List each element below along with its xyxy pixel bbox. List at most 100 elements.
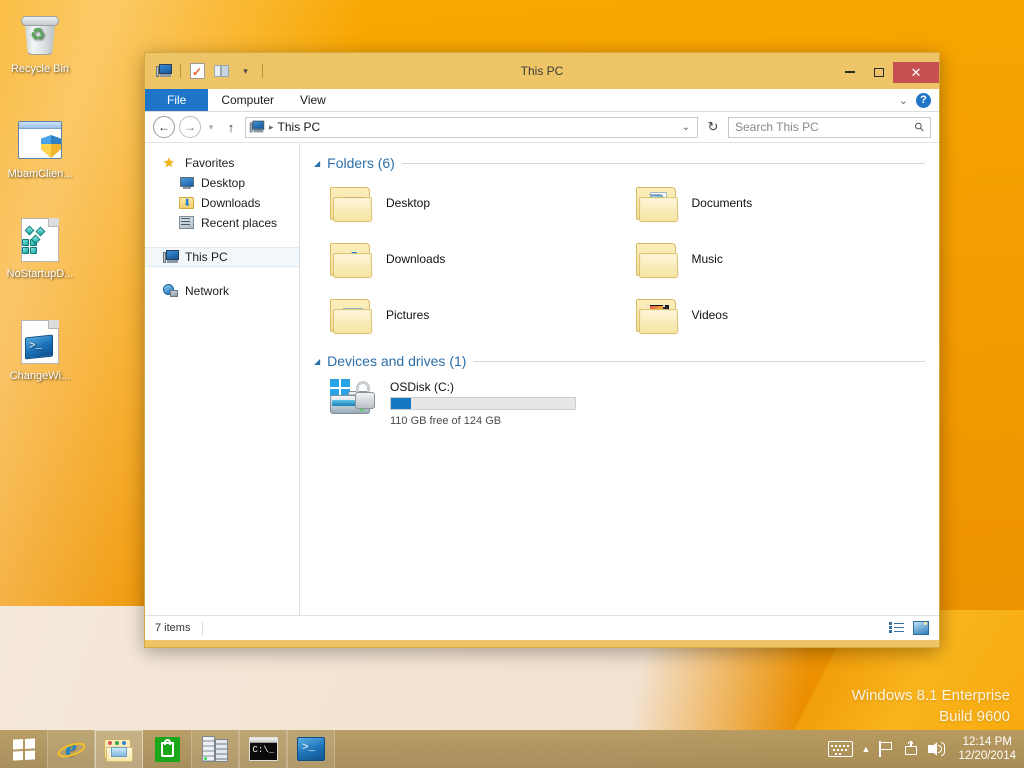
desktop-icon-label: MbamClien... <box>7 168 73 180</box>
content-pane[interactable]: ◢ Folders (6) Desktop Documents Download… <box>300 143 939 615</box>
tab-file[interactable]: File <box>145 89 209 111</box>
folder-item-music[interactable]: ♪ Music <box>620 231 926 287</box>
sidebar-item-label: Downloads <box>201 196 261 210</box>
system-tray[interactable]: ▲ 12:14 PM 12/20/2014 <box>827 730 1024 768</box>
file-explorer-window[interactable]: ✓ ▾ This PC ✕ File Computer View ⌄ ? ← →… <box>144 52 940 648</box>
action-center-flag-icon[interactable] <box>879 741 894 757</box>
close-button[interactable]: ✕ <box>893 62 939 83</box>
desktop-icon-changewi[interactable]: >_ ChangeWi... <box>0 317 80 383</box>
this-pc-icon <box>249 120 265 134</box>
new-folder-icon[interactable] <box>212 62 231 81</box>
pictures-folder-icon <box>330 296 374 335</box>
desktop-icon-label: Recycle Bin <box>10 63 70 75</box>
drive-item-osdisk[interactable]: OSDisk (C:) 110 GB free of 124 GB <box>314 373 925 427</box>
search-icon[interactable]: ⚲ <box>912 119 928 135</box>
folder-item-documents[interactable]: Documents <box>620 175 926 231</box>
show-hidden-icons-caret-icon[interactable]: ▲ <box>862 744 871 754</box>
chevron-down-icon[interactable]: ⌄ <box>899 94 908 107</box>
taskbar-item-powershell[interactable]: >_ <box>287 730 335 768</box>
powershell-prompt-text: >_ <box>302 742 316 754</box>
this-pc-icon[interactable] <box>154 62 173 81</box>
start-button[interactable] <box>0 730 47 768</box>
desktop[interactable]: ♻ Recycle Bin MbamClien... NoStartupD...… <box>0 0 1024 768</box>
minimize-icon <box>844 71 855 73</box>
back-button[interactable]: ← <box>153 116 175 138</box>
recent-locations-caret-icon[interactable]: ▾ <box>205 122 217 133</box>
chevron-down-icon[interactable]: ⌄ <box>682 122 694 133</box>
taskbar-item-internet-explorer[interactable]: e <box>47 730 95 768</box>
desktop-icon-label: ChangeWi... <box>9 370 71 382</box>
downloads-folder-icon: ⬇ <box>179 196 195 210</box>
status-divider <box>202 621 204 635</box>
navigation-bar[interactable]: ← → ▾ ↑ ▸ This PC ⌄ ↻ Search This PC ⚲ <box>145 112 939 143</box>
recycle-bin-icon: ♻ <box>0 10 80 60</box>
command-prompt-text: C:\_ <box>252 745 275 755</box>
title-bar[interactable]: ✓ ▾ This PC ✕ <box>145 53 939 89</box>
collapse-triangle-icon[interactable]: ◢ <box>314 357 320 366</box>
taskbar-item-command-prompt[interactable]: C:\_ <box>239 730 287 768</box>
command-prompt-icon: C:\_ <box>248 737 278 761</box>
search-placeholder: Search This PC <box>735 120 819 134</box>
group-header-folders[interactable]: ◢ Folders (6) <box>314 155 925 171</box>
forward-button[interactable]: → <box>179 116 201 138</box>
folder-item-pictures[interactable]: Pictures <box>314 287 620 343</box>
up-button[interactable]: ↑ <box>221 120 241 135</box>
sidebar-item-this-pc[interactable]: This PC <box>145 247 299 267</box>
folder-item-label: Downloads <box>386 252 446 266</box>
this-pc-icon <box>163 250 179 264</box>
videos-folder-icon <box>635 296 680 335</box>
desktop-icon-label: NoStartupD... <box>6 268 74 280</box>
downloads-folder-icon: ⬇ <box>330 240 374 279</box>
quick-access-toolbar[interactable]: ✓ ▾ <box>145 62 265 81</box>
minimize-button[interactable] <box>835 62 864 82</box>
group-divider <box>401 162 925 164</box>
status-bar: 7 items <box>145 615 939 640</box>
desktop-icon-recycle-bin[interactable]: ♻ Recycle Bin <box>0 10 80 76</box>
sidebar-item-label: Recent places <box>201 216 278 230</box>
collapse-triangle-icon[interactable]: ◢ <box>314 159 320 168</box>
keyboard-icon[interactable] <box>827 741 853 757</box>
sidebar-item-recent-places[interactable]: Recent places <box>145 213 299 233</box>
tab-computer[interactable]: Computer <box>208 89 287 111</box>
sidebar-item-favorites[interactable]: ★ Favorites <box>145 153 299 173</box>
taskbar-item-store[interactable] <box>143 730 191 768</box>
details-view-icon[interactable] <box>889 621 905 635</box>
tab-view[interactable]: View <box>287 89 339 111</box>
customize-qat-caret-icon[interactable]: ▾ <box>236 62 255 81</box>
taskbar[interactable]: e C:\_ >_ ▲ 12:14 PM 12/20/2014 <box>0 730 1024 768</box>
refresh-button[interactable]: ↻ <box>702 117 724 138</box>
folder-item-label: Music <box>691 252 723 266</box>
taskbar-item-file-explorer[interactable] <box>95 730 143 768</box>
ribbon-tabs[interactable]: File Computer View ⌄ ? <box>145 89 939 112</box>
group-header-devices[interactable]: ◢ Devices and drives (1) <box>314 353 925 369</box>
drive-name: OSDisk (C:) <box>390 380 454 394</box>
sidebar-item-desktop[interactable]: Desktop <box>145 173 299 193</box>
desktop-icon-nostartupd[interactable]: NoStartupD... <box>0 215 80 281</box>
recent-places-icon <box>179 216 195 230</box>
folder-item-desktop[interactable]: Desktop <box>314 175 620 231</box>
maximize-button[interactable] <box>864 62 893 82</box>
volume-icon[interactable] <box>928 741 946 757</box>
large-icons-view-icon[interactable] <box>913 621 929 635</box>
properties-icon[interactable]: ✓ <box>188 62 207 81</box>
network-icon <box>163 284 179 298</box>
folder-item-videos[interactable]: Videos <box>620 287 926 343</box>
network-icon[interactable] <box>903 741 919 757</box>
folder-item-downloads[interactable]: ⬇ Downloads <box>314 231 620 287</box>
sidebar-item-downloads[interactable]: ⬇ Downloads <box>145 193 299 213</box>
drive-capacity-bar <box>390 397 576 410</box>
search-input[interactable]: Search This PC ⚲ <box>728 116 931 138</box>
address-bar[interactable]: ▸ This PC ⌄ <box>245 116 698 138</box>
breadcrumb[interactable]: This PC <box>278 120 321 134</box>
folder-item-label: Desktop <box>386 196 431 210</box>
item-count: 7 items <box>155 622 191 634</box>
group-title-devices: Devices and drives (1) <box>327 353 467 369</box>
folder-item-label: Videos <box>691 308 728 322</box>
navigation-pane[interactable]: ★ Favorites Desktop ⬇ Downloads Recent p… <box>145 143 300 615</box>
window-controls[interactable]: ✕ <box>835 53 939 89</box>
help-icon[interactable]: ? <box>916 92 931 108</box>
desktop-icon-mbamclient[interactable]: MbamClien... <box>0 115 80 181</box>
clock[interactable]: 12:14 PM 12/20/2014 <box>954 735 1016 763</box>
sidebar-item-network[interactable]: Network <box>145 281 299 301</box>
taskbar-item-server-manager[interactable] <box>191 730 239 768</box>
